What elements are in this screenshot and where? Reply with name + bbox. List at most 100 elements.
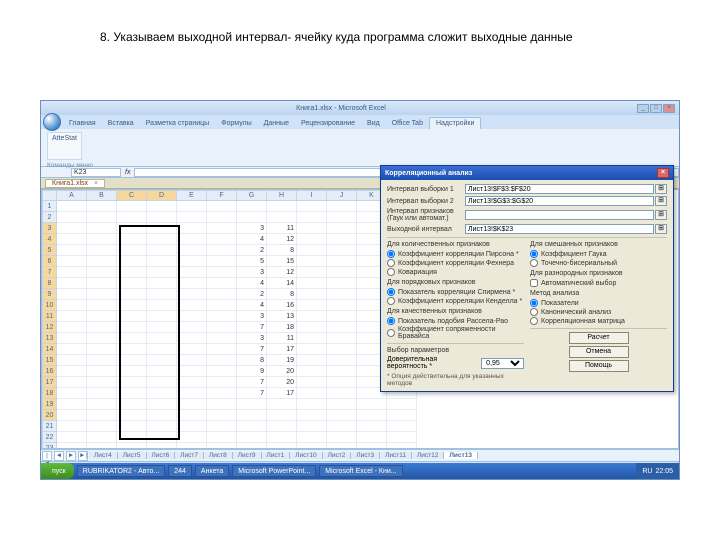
radio-icon[interactable]	[530, 308, 538, 316]
option-item[interactable]: Коэффициент корреляции Пирсона *	[387, 250, 524, 258]
sheet-tab[interactable]: Лист10	[290, 452, 322, 459]
refedit-button[interactable]: ⊞	[655, 196, 667, 206]
taskbar-item[interactable]: Microsoft Excel - Кни...	[319, 465, 402, 477]
window-title: Книга1.xlsx - Microsoft Excel	[45, 105, 637, 112]
sheet-tab[interactable]: Лист4	[89, 452, 118, 459]
cancel-button[interactable]: Отмена	[569, 346, 629, 358]
calc-button[interactable]: Расчет	[569, 332, 629, 344]
refedit-button[interactable]: ⊞	[655, 210, 667, 220]
ribbon-tab[interactable]: Office Tab	[386, 118, 429, 129]
radio-icon[interactable]	[530, 317, 538, 325]
label-features: Интервал признаков (Гаук или автомат.)	[387, 208, 465, 222]
option-item[interactable]: Канонический анализ	[530, 308, 667, 316]
option-label: Коэффициент сопряженности Бравайса	[398, 326, 524, 340]
close-button[interactable]: ×	[663, 104, 675, 113]
sheet-tab[interactable]: Лист9	[233, 452, 262, 459]
sheet-nav-button[interactable]: |◄	[42, 451, 52, 461]
sheet-tab[interactable]: Лист8	[204, 452, 233, 459]
radio-icon[interactable]	[530, 299, 538, 307]
sheet-tabs: |◄◄►►|Лист4Лист5Лист6Лист7Лист8Лист9Лист…	[41, 449, 679, 461]
sheet-tab[interactable]: Лист7	[175, 452, 204, 459]
sheet-tab[interactable]: Лист6	[147, 452, 176, 459]
ribbon-tab[interactable]: Вставка	[102, 118, 140, 129]
sheet-tab[interactable]: Лист1	[262, 452, 291, 459]
sheet-tab[interactable]: Лист5	[118, 452, 147, 459]
sheet-tab[interactable]: Лист2	[323, 452, 352, 459]
radio-icon[interactable]	[530, 259, 538, 267]
option-label: Корреляционная матрица	[541, 318, 625, 325]
group-ordinal: Для порядковых признаков	[387, 279, 524, 286]
option-item[interactable]: Автоматический выбор	[530, 279, 667, 287]
radio-icon[interactable]	[387, 297, 395, 305]
ribbon-tab[interactable]: Надстройки	[429, 117, 481, 129]
document-tab-label: Книга1.xlsx	[52, 180, 88, 187]
taskbar-item[interactable]: RUBRIKATOR2 - Авто...	[77, 465, 165, 477]
start-button[interactable]: пуск	[41, 463, 74, 479]
refedit-button[interactable]: ⊞	[655, 224, 667, 234]
ribbon-tab[interactable]: Главная	[63, 118, 102, 129]
minimize-button[interactable]: _	[637, 104, 649, 113]
radio-icon[interactable]	[387, 317, 395, 325]
office-button[interactable]	[43, 113, 61, 131]
taskbar-item[interactable]: Анкета	[195, 465, 229, 477]
sheet-nav-button[interactable]: ◄	[54, 451, 64, 461]
input-features[interactable]	[465, 210, 654, 220]
checkbox-icon[interactable]	[530, 279, 538, 287]
dialog-title: Корреляционный анализ	[385, 170, 472, 177]
sheet-tab[interactable]: Лист13	[444, 452, 478, 459]
radio-icon[interactable]	[387, 268, 395, 276]
option-item[interactable]: Показатель подобия Рассела-Рао	[387, 317, 524, 325]
radio-icon[interactable]	[387, 329, 395, 337]
option-item[interactable]: Точечно-бисериальный	[530, 259, 667, 267]
option-item[interactable]: Коэффициент сопряженности Бравайса	[387, 326, 524, 340]
ribbon-tab[interactable]: Рецензирование	[295, 118, 361, 129]
option-item[interactable]: Ковариация	[387, 268, 524, 276]
name-box[interactable]: K23	[71, 168, 121, 177]
label-sample2: Интервал выборки 2	[387, 198, 465, 205]
option-item[interactable]: Показатель корреляции Спирмена *	[387, 288, 524, 296]
sheet-tab[interactable]: Лист3	[351, 452, 380, 459]
radio-icon[interactable]	[387, 259, 395, 267]
group-hetero: Для разнородных признаков	[530, 270, 667, 277]
option-item[interactable]: Коэффициент корреляции Кенделла *	[387, 297, 524, 305]
taskbar-item[interactable]: Microsoft PowerPoint...	[232, 465, 316, 477]
input-sample1[interactable]	[465, 184, 654, 194]
start-label: пуск	[52, 468, 66, 475]
ribbon-tab[interactable]: Формулы	[215, 118, 257, 129]
refedit-button[interactable]: ⊞	[655, 184, 667, 194]
ribbon-group[interactable]: AtteStat	[47, 132, 82, 160]
window-titlebar: Книга1.xlsx - Microsoft Excel _ □ ×	[41, 101, 679, 115]
sheet-nav-button[interactable]: ►|	[78, 451, 88, 461]
radio-icon[interactable]	[387, 250, 395, 258]
input-output[interactable]	[465, 224, 654, 234]
document-tab-close[interactable]: ×	[94, 180, 98, 187]
maximize-button[interactable]: □	[650, 104, 662, 113]
radio-icon[interactable]	[530, 250, 538, 258]
sheet-nav-button[interactable]: ►	[66, 451, 76, 461]
input-sample2[interactable]	[465, 196, 654, 206]
option-item[interactable]: Корреляционная матрица	[530, 317, 667, 325]
sheet-tab[interactable]: Лист11	[380, 452, 412, 459]
radio-icon[interactable]	[387, 288, 395, 296]
option-label: Автоматический выбор	[541, 280, 616, 287]
dialog-close-button[interactable]: ×	[657, 168, 669, 178]
ribbon-tab[interactable]: Разметка страницы	[140, 118, 216, 129]
option-label: Показатель корреляции Спирмена *	[398, 289, 515, 296]
group-quantitative: Для количественных признаков	[387, 241, 524, 248]
option-label: Показатель подобия Рассела-Рао	[398, 318, 508, 325]
option-item[interactable]: Коэффициент корреляции Фехнера	[387, 259, 524, 267]
dialog-titlebar[interactable]: Корреляционный анализ ×	[381, 166, 673, 180]
taskbar-item[interactable]: 244	[168, 465, 192, 477]
confidence-select[interactable]: 0,95	[481, 358, 524, 369]
system-tray[interactable]: RU 22:05	[636, 463, 679, 479]
ribbon-tab[interactable]: Данные	[258, 118, 295, 129]
option-item[interactable]: Коэффициент Гаука	[530, 250, 667, 258]
fx-icon[interactable]: fx	[125, 169, 130, 176]
language-indicator[interactable]: RU	[642, 468, 652, 475]
help-button[interactable]: Помощь	[569, 360, 629, 372]
option-item[interactable]: Показатели	[530, 299, 667, 307]
document-tab[interactable]: Книга1.xlsx ×	[45, 179, 105, 188]
sheet-tab[interactable]: Лист12	[412, 452, 444, 459]
ribbon-tab[interactable]: Вид	[361, 118, 386, 129]
group-method: Метод анализа	[530, 290, 667, 297]
